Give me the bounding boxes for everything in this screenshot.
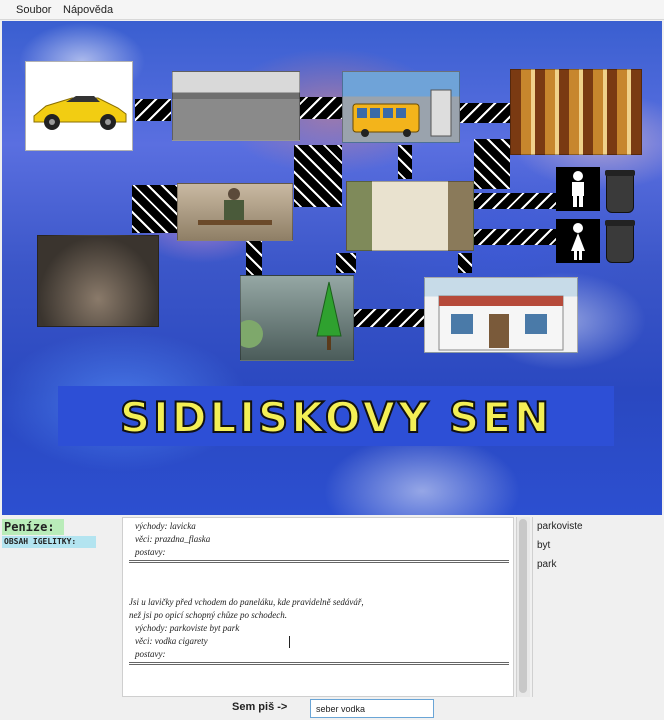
exit-item-parkoviste[interactable]: parkoviste (537, 521, 583, 532)
path-connector (294, 145, 342, 207)
log-description: Jsi u lavičky před vchodem do paneláku, … (129, 597, 364, 607)
log-separator (129, 560, 509, 563)
command-label: Sem piš -> (232, 701, 288, 713)
exits-list: parkoviste byt park (532, 517, 664, 697)
parking-lot-photo[interactable] (172, 71, 300, 141)
bus-stop-photo[interactable] (342, 71, 460, 143)
log-exits: východy: lavicka (135, 521, 196, 531)
path-connector (300, 97, 342, 119)
log-exits: východy: parkoviste byt park (135, 623, 240, 633)
exit-item-park[interactable]: park (537, 559, 556, 570)
path-connector (458, 253, 472, 273)
bench-photo[interactable] (177, 183, 293, 241)
supermarket-photo[interactable] (510, 69, 642, 155)
log-characters: postavy: (135, 649, 166, 659)
tree-icon (235, 281, 342, 350)
log-description: než jsi po opicí schopný chůze po schode… (129, 610, 287, 620)
building-icon (438, 295, 564, 351)
game-title: SIDLISKOVY SEN (119, 392, 553, 443)
man-icon (198, 188, 272, 225)
log-characters: postavy: (135, 547, 166, 557)
car-icon (33, 96, 127, 130)
menu-bar: Soubor Nápověda (0, 0, 664, 20)
game-map: SIDLISKOVY SEN (2, 21, 662, 515)
path-connector (474, 139, 510, 189)
path-connector (135, 99, 171, 121)
log-things: věci: vodka cigarety (135, 636, 208, 646)
bag-contents-label: OBSAH IGELITKY: (2, 536, 96, 548)
log-scroll-thumb[interactable] (519, 519, 527, 693)
path-connector (354, 309, 424, 327)
log-things: věci: prazdna_flaska (135, 534, 211, 544)
menu-file[interactable]: Soubor (16, 4, 51, 16)
park-photo[interactable] (235, 275, 354, 361)
trash-bin-icon (605, 170, 635, 213)
menu-help[interactable]: Nápověda (63, 4, 113, 16)
shop-building-photo[interactable] (424, 277, 578, 353)
path-connector (474, 193, 556, 209)
mall-photo[interactable] (346, 181, 474, 251)
command-input[interactable] (310, 699, 434, 718)
text-cursor-icon (289, 636, 294, 648)
path-connector (460, 103, 510, 123)
log-separator (129, 662, 509, 665)
path-connector (474, 229, 556, 245)
path-connector (132, 185, 178, 233)
exit-item-byt[interactable]: byt (537, 540, 550, 551)
woman-toilet-icon[interactable] (556, 219, 600, 263)
bus-icon (352, 89, 452, 137)
path-connector (246, 241, 262, 275)
game-log[interactable]: východy: lavicka věci: prazdna_flaska po… (122, 517, 514, 697)
trash-bin-icon (605, 220, 635, 263)
path-connector (398, 145, 412, 179)
man-toilet-icon[interactable] (556, 167, 600, 211)
path-connector (336, 253, 356, 273)
car-photo[interactable] (25, 61, 133, 151)
money-label: Peníze: 0 (2, 519, 64, 550)
dump-photo[interactable] (37, 235, 159, 327)
